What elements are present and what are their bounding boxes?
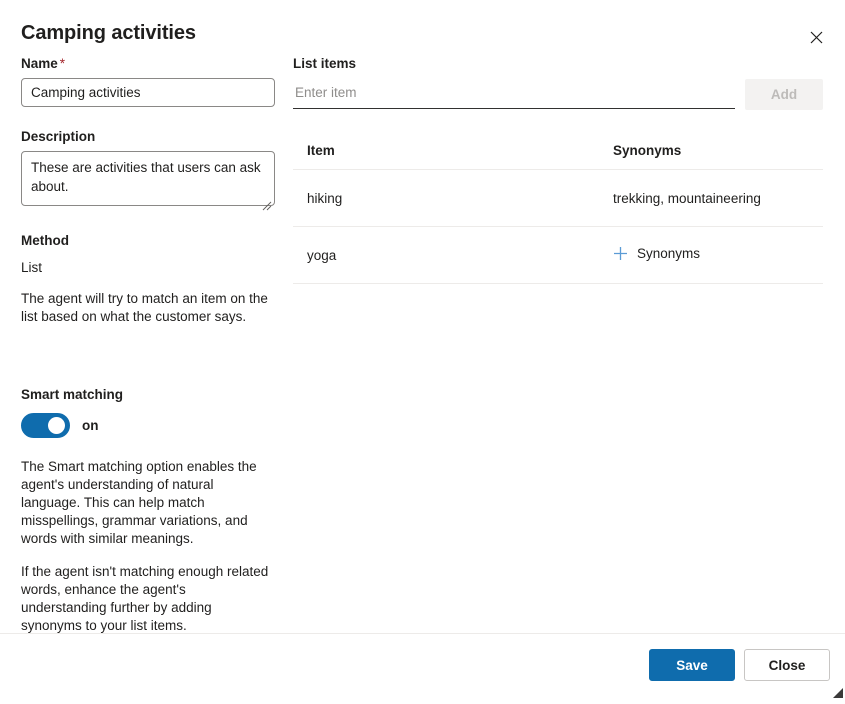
name-input[interactable] [21,78,275,107]
list-items-table: Item Synonyms hiking trekking, mountaine… [293,143,823,284]
smart-matching-paragraph-2: If the agent isn't matching enough relat… [21,564,269,633]
page-title: Camping activities [21,22,196,44]
table-row[interactable]: hiking trekking, mountaineering [293,170,823,227]
dialog-body: Name* Description Method List The agent … [0,55,845,666]
description-textarea[interactable] [21,151,275,206]
description-field-wrapper [21,151,275,211]
smart-matching-state: on [82,418,99,433]
save-button[interactable]: Save [649,649,735,681]
footer-button-group: Save Close [649,649,830,681]
smart-matching-paragraph-1: The Smart matching option enables the ag… [21,459,257,546]
smart-matching-toggle[interactable] [21,413,70,438]
list-item-input[interactable] [293,79,735,109]
cell-synonyms: Synonyms [613,246,823,264]
cell-item: hiking [307,190,343,206]
toggle-knob [48,417,65,434]
close-button[interactable] [800,21,832,53]
column-header-synonyms: Synonyms [613,143,682,158]
method-value: List [21,260,43,275]
entity-editor-dialog: Camping activities Name* Description [0,0,845,700]
table-header-row: Item Synonyms [293,143,823,170]
list-items-label: List items [293,56,357,71]
list-item-entry-row: Add [293,79,823,110]
method-label: Method [21,233,69,248]
close-dialog-button[interactable]: Close [744,649,830,681]
column-header-item: Item [307,143,335,158]
add-synonyms-label: Synonyms [637,246,701,261]
description-label: Description [21,129,96,144]
plus-icon [613,246,628,261]
smart-matching-toggle-row: on [21,413,277,438]
name-label-text: Name [21,56,58,71]
add-synonyms-button[interactable]: Synonyms [613,246,700,261]
cell-synonyms: trekking, mountaineering [613,190,761,206]
dialog-footer: Save Close [0,633,845,700]
add-item-button[interactable]: Add [745,79,823,110]
cell-item: yoga [307,247,337,263]
name-label: Name * [21,55,277,73]
table-row[interactable]: yoga Synonyms [293,227,823,284]
left-panel: Name* Description Method List The agent … [21,55,277,668]
required-asterisk: * [59,56,66,71]
method-helper-text: The agent will try to match an item on t… [21,291,268,324]
right-panel: List items Add Item Synonyms hiking trek… [293,55,823,284]
close-icon [810,31,823,44]
smart-matching-label: Smart matching [21,387,124,402]
